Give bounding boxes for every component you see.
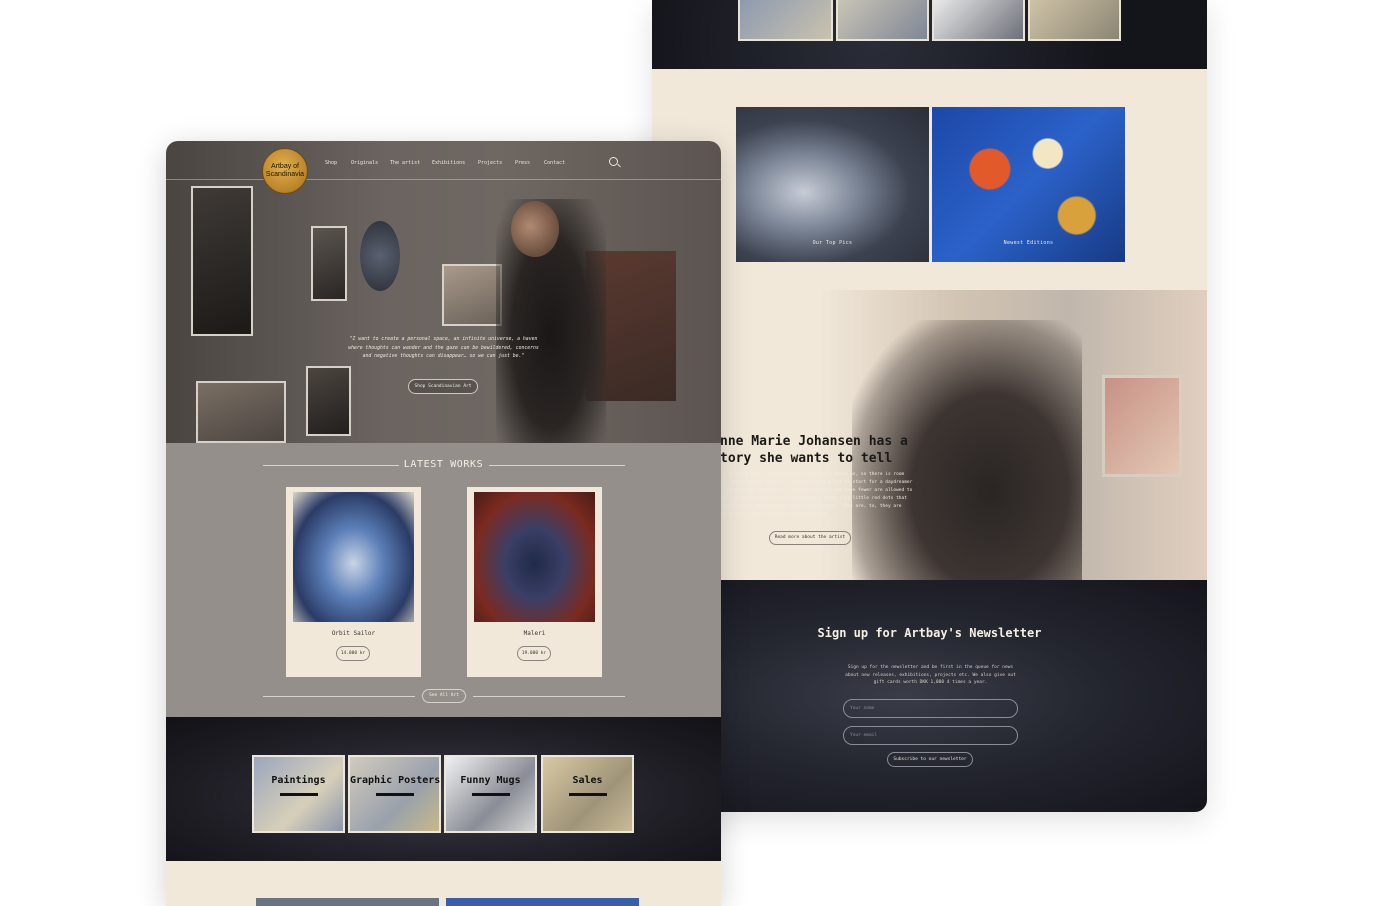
artwork-price-button[interactable]: 19.000 kr — [517, 646, 551, 661]
newsletter-section — [652, 580, 1207, 812]
nav-contact[interactable]: Contact — [544, 160, 565, 166]
category-funny-mugs[interactable]: Funny Mugs — [444, 755, 537, 833]
category-card[interactable] — [1028, 0, 1121, 41]
gallery-painting — [442, 264, 502, 326]
category-card[interactable] — [836, 0, 929, 41]
gallery-painting — [191, 186, 253, 336]
top-navigation: Artbay of Scandinavia Shop Originals The… — [166, 141, 721, 194]
newsletter-title: Sign up for Artbay's Newsletter — [817, 626, 1042, 640]
category-label: Sales — [572, 775, 603, 786]
shop-scandinavian-art-button[interactable]: Shop Scandinavian Art — [408, 379, 478, 394]
site-logo[interactable]: Artbay of Scandinavia — [262, 148, 308, 194]
category-graphic-posters[interactable]: Graphic Posters — [348, 755, 441, 833]
see-all-art-button[interactable]: See All Art — [422, 689, 466, 703]
subscribe-button[interactable]: Subscribe to our newsletter — [887, 752, 973, 767]
newest-editions-tile-preview[interactable] — [446, 898, 639, 906]
artwork-card[interactable]: Maleri 19.000 kr — [467, 487, 602, 677]
gallery-painting — [306, 366, 351, 436]
homepage-lower-section: Our Top Pics Newest Editions — [652, 0, 1207, 812]
newest-editions-label: Newest Editions — [1003, 240, 1054, 246]
gallery-painting — [311, 226, 347, 301]
search-icon[interactable] — [609, 157, 618, 166]
artwork-card[interactable]: Orbit Sailor 14.000 kr — [286, 487, 421, 677]
headline-line: tory she wants to tell — [720, 451, 893, 466]
top-pics-label: Our Top Pics — [812, 240, 853, 246]
read-more-button[interactable]: Read more about the artist — [769, 531, 851, 545]
category-underline — [472, 793, 510, 796]
top-pics-tile-preview[interactable] — [256, 898, 439, 906]
wall-painting — [1102, 375, 1182, 477]
nav-press[interactable]: Press — [515, 160, 530, 166]
top-pics-tile[interactable]: Our Top Pics — [736, 107, 929, 262]
category-label: Paintings — [271, 775, 326, 786]
divider — [473, 696, 625, 697]
hero-background — [166, 141, 721, 443]
artist-head — [511, 201, 559, 257]
nav-exhibitions[interactable]: Exhibitions — [432, 160, 465, 166]
category-paintings[interactable]: Paintings — [252, 755, 345, 833]
category-underline — [569, 793, 607, 796]
artwork-price-button[interactable]: 14.000 kr — [336, 646, 370, 661]
category-label: Funny Mugs — [460, 775, 521, 786]
hero-quote: "I want to create a personal space, an i… — [348, 337, 539, 359]
gallery-painting — [360, 221, 400, 291]
divider — [263, 696, 415, 697]
headline-line: nne Marie Johansen has a — [720, 434, 908, 449]
latest-works-section — [166, 443, 721, 717]
artwork-name: Maleri — [523, 630, 546, 637]
nav-shop[interactable]: Shop — [325, 160, 337, 166]
artwork-name: Orbit Sailor — [331, 630, 376, 637]
artist-story-body: 's about heaven, the great infinite spac… — [720, 472, 913, 517]
category-strip-bottom — [652, 0, 1207, 69]
gallery-painting — [196, 381, 286, 443]
homepage-top-section: Artbay of Scandinavia Shop Originals The… — [166, 141, 721, 906]
nav-originals[interactable]: Originals — [351, 160, 378, 166]
category-label: Graphic Posters — [350, 775, 441, 786]
category-underline — [376, 793, 414, 796]
nav-the-artist[interactable]: The artist — [390, 160, 420, 166]
artist-story-headline: nne Marie Johansen has a tory she wants … — [720, 433, 908, 467]
category-underline — [280, 793, 318, 796]
nav-projects[interactable]: Projects — [478, 160, 502, 166]
email-field[interactable]: Your email — [843, 726, 1018, 745]
category-sales[interactable]: Sales — [541, 755, 634, 833]
name-field[interactable]: Your name — [843, 699, 1018, 718]
newsletter-text: Sign up for the newsletter and be first … — [845, 665, 1016, 685]
artwork-image[interactable] — [474, 492, 595, 622]
category-card[interactable] — [932, 0, 1025, 41]
category-card[interactable] — [738, 0, 833, 41]
artwork-image[interactable] — [293, 492, 414, 622]
latest-works-title: LATEST WORKS — [403, 459, 484, 470]
newest-editions-tile[interactable]: Newest Editions — [932, 107, 1125, 262]
